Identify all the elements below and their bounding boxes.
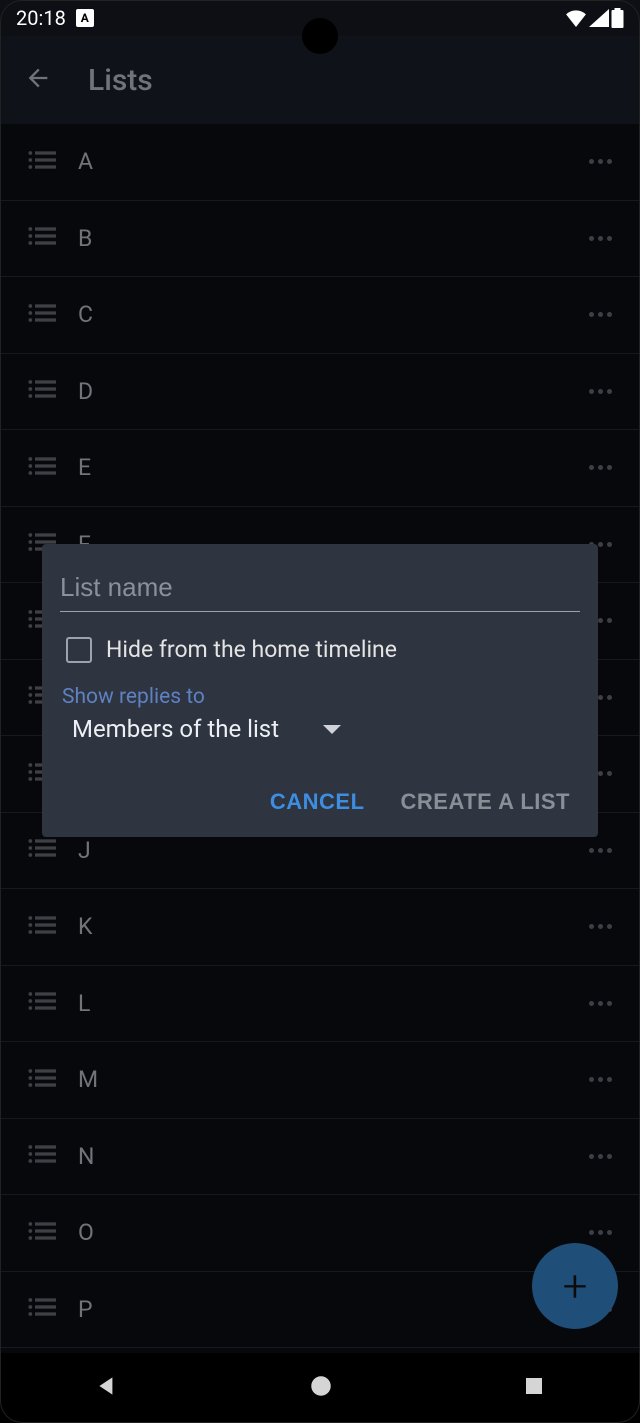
keyboard-indicator-icon: A — [76, 9, 94, 27]
navigation-bar — [0, 1353, 640, 1423]
nav-home-button[interactable] — [308, 1373, 334, 1403]
dropdown-caret-icon — [323, 725, 341, 734]
create-list-button[interactable]: CREATE A LIST — [395, 781, 576, 823]
nav-recent-button[interactable] — [522, 1374, 546, 1402]
status-time: 20:18 — [16, 6, 66, 30]
create-list-dialog: Hide from the home timeline Show replies… — [42, 544, 598, 837]
nav-back-button[interactable] — [94, 1373, 120, 1403]
signal-icon — [589, 9, 609, 27]
hide-timeline-label: Hide from the home timeline — [106, 636, 397, 663]
replies-label: Show replies to — [60, 685, 580, 709]
replies-dropdown[interactable]: Members of the list — [60, 715, 580, 743]
wifi-icon — [565, 9, 587, 27]
add-list-fab[interactable]: + — [532, 1243, 618, 1329]
battery-icon — [611, 8, 624, 28]
plus-icon: + — [563, 1260, 588, 1312]
hide-timeline-row[interactable]: Hide from the home timeline — [60, 636, 580, 663]
cancel-button[interactable]: CANCEL — [264, 781, 371, 823]
replies-value: Members of the list — [72, 715, 279, 743]
list-name-input[interactable] — [60, 570, 580, 612]
hide-timeline-checkbox[interactable] — [66, 637, 92, 663]
